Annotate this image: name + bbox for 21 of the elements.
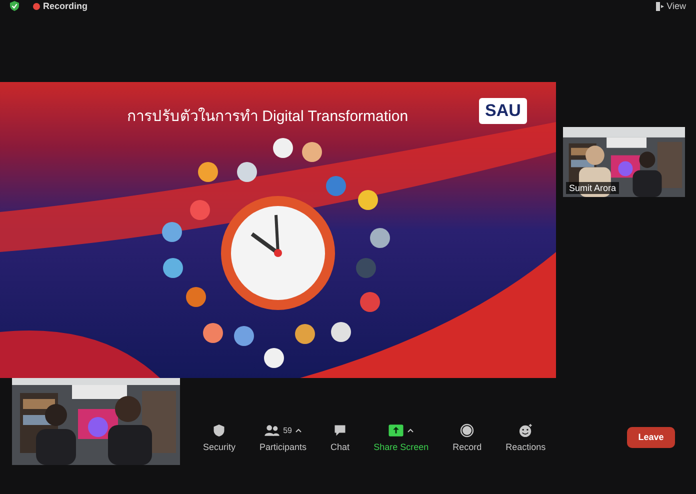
chat-bubble-icon: [332, 423, 348, 438]
toolbar-button[interactable]: Record: [442, 422, 492, 452]
toolbar-button[interactable]: Chat: [320, 422, 360, 452]
smiley-icon: [518, 423, 534, 438]
slide-title: การปรับตัวในการทำ Digital Transformation: [127, 106, 408, 127]
recording-dot-icon: [33, 2, 40, 10]
view-button[interactable]: View: [656, 1, 686, 11]
people-icon: [264, 423, 280, 438]
shield-check-icon: [10, 1, 19, 11]
toolbar-button[interactable]: Reactions: [496, 422, 556, 452]
recording-label: Recording: [43, 1, 88, 11]
toolbar-button[interactable]: 59 Participants: [250, 422, 317, 452]
slide-logo: SAU: [479, 98, 527, 124]
view-icon: [656, 2, 664, 10]
toolbar-button[interactable]: Security: [193, 422, 246, 452]
leave-button[interactable]: Leave: [627, 426, 675, 448]
toolbar-button[interactable]: Share Screen: [364, 422, 439, 452]
share-screen-icon: [388, 423, 404, 438]
participant-name: Sumit Arora: [566, 182, 620, 194]
record-icon: [459, 423, 476, 438]
shield-icon: [211, 423, 228, 438]
